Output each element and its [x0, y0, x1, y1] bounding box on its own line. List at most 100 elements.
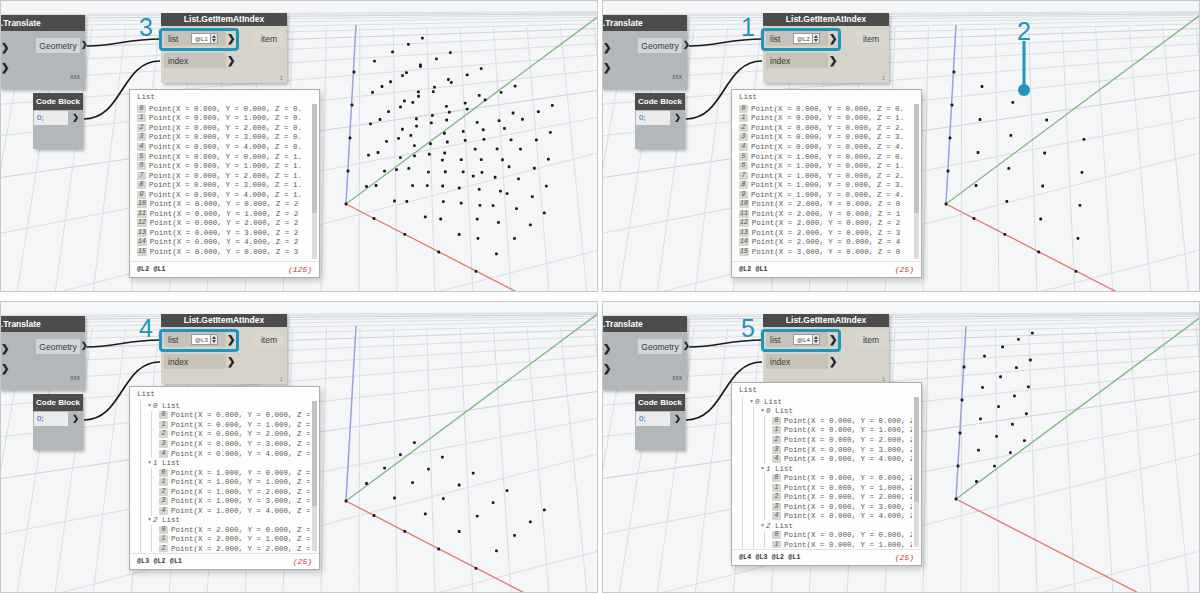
indent-guide — [764, 531, 772, 541]
code-block-input[interactable]: 0; — [34, 111, 68, 125]
index-input-connector[interactable]: ❯ — [829, 56, 837, 66]
item-output-port[interactable]: item — [855, 31, 887, 46]
list-row: 12Point(X = 2.000, Y = 0.000, Z = 2 — [732, 219, 912, 229]
indent-guide — [151, 449, 159, 459]
index-input-port[interactable]: index — [164, 53, 226, 68]
indent-guide — [753, 416, 761, 426]
code-block-node[interactable]: Code Block0;❯ — [635, 394, 685, 450]
list-row: 4Point(X = 0.000, Y = 4.000, Z = — [130, 449, 310, 459]
index-input-port[interactable]: index — [164, 354, 226, 369]
scrollbar-track[interactable] — [914, 397, 919, 547]
geometry-output-port[interactable]: Geometry — [36, 38, 80, 53]
index-input-connector[interactable]: ❯ — [829, 357, 837, 367]
list-preview-popup[interactable]: List0Point(X = 0.000, Y = 0.000, Z = 0.1… — [731, 89, 922, 278]
code-block-body: 0; ❯ — [635, 110, 685, 149]
index-input-port[interactable]: index — [766, 53, 828, 68]
translate-node[interactable]: .TranslateGeometry❯❯❯xxx — [602, 15, 687, 89]
list-preview-popup[interactable]: List▼0 List▼0 List0Point(X = 0.000, Y = … — [731, 382, 922, 566]
expand-triangle-icon[interactable]: ▼ — [750, 399, 753, 405]
translate-input-port-1[interactable]: ❯ — [1, 344, 9, 354]
expand-triangle-icon[interactable]: ▼ — [761, 408, 764, 414]
expand-triangle-icon[interactable]: ▼ — [148, 460, 151, 466]
list-row: 7Point(X = 1.000, Y = 0.000, Z = 2. — [732, 171, 912, 181]
code-block-input[interactable]: 0; — [34, 412, 68, 426]
code-block-node[interactable]: Code Block0;❯ — [33, 93, 83, 149]
scrollbar-track[interactable] — [312, 401, 317, 551]
code-block-output-port[interactable]: ❯ — [72, 415, 79, 423]
expand-triangle-icon[interactable]: ▼ — [761, 523, 764, 529]
item-output-port[interactable]: item — [855, 332, 887, 347]
index-input-connector[interactable]: ❯ — [227, 56, 235, 66]
scrollbar-thumb[interactable] — [914, 104, 919, 213]
translate-node[interactable]: .TranslateGeometry❯❯❯xxx — [0, 316, 85, 390]
row-index-badge: 2 — [159, 488, 168, 496]
code-block-input[interactable]: 0; — [636, 412, 670, 426]
list-row: 1Point(X = 0.000, Y = 1.000, Z — [732, 426, 912, 436]
index-input-connector[interactable]: ❯ — [227, 357, 235, 367]
code-block-input[interactable]: 0; — [636, 111, 670, 125]
geometry-output-connector[interactable]: ❯ — [683, 41, 690, 49]
code-block-output-port[interactable]: ❯ — [72, 114, 79, 122]
item-output-port[interactable]: item — [253, 31, 285, 46]
list-row: 4Point(X = 0.000, Y = 4.000, Z = 0. — [130, 142, 310, 152]
row-index-badge: 9 — [137, 191, 146, 199]
list-row: 0Point(X = 0.000, Y = 0.000, Z — [732, 416, 912, 426]
translate-node-body: Geometry❯❯❯xxx — [602, 332, 687, 390]
list-row: ▼2 List — [732, 521, 912, 531]
geometry-output-connector[interactable]: ❯ — [81, 41, 88, 49]
indent-guide — [764, 445, 772, 455]
expand-triangle-icon[interactable]: ▼ — [761, 466, 764, 472]
getitematindex-node[interactable]: List.GetItemAtIndexlist@L3❯index❯item1 — [161, 314, 287, 384]
translate-node[interactable]: .TranslateGeometry❯❯❯xxx — [602, 316, 687, 390]
code-block-output-port[interactable]: ❯ — [674, 415, 681, 423]
item-output-port[interactable]: item — [253, 332, 285, 347]
geometry-output-port[interactable]: Geometry — [638, 339, 682, 354]
list-preview-popup[interactable]: List0Point(X = 0.000, Y = 0.000, Z = 0.1… — [129, 89, 320, 278]
scrollbar-track[interactable] — [914, 104, 919, 259]
code-block-node[interactable]: Code Block0;❯ — [635, 93, 685, 149]
translate-input-port-1[interactable]: ❯ — [603, 344, 611, 354]
geometry-output-port[interactable]: Geometry — [638, 38, 682, 53]
scrollbar-thumb[interactable] — [914, 397, 919, 502]
row-text: Point(X = 0.000, Y = 0.000, Z = 4. — [751, 143, 904, 151]
row-index-badge: 6 — [137, 162, 146, 170]
translate-input-port-1[interactable]: ❯ — [1, 43, 9, 53]
getitematindex-title: List.GetItemAtIndex — [763, 13, 889, 26]
translate-input-port-2[interactable]: ❯ — [603, 63, 611, 73]
list-preview-rows: ▼0 List▼0 List0Point(X = 0.000, Y = 0.00… — [732, 397, 912, 548]
translate-node[interactable]: .TranslateGeometry❯❯❯xxx — [0, 15, 85, 89]
scrollbar-thumb[interactable] — [312, 401, 317, 506]
code-block-title: Code Block — [33, 394, 83, 411]
list-preview-header: List — [130, 387, 319, 399]
code-block-body: 0; ❯ — [635, 411, 685, 450]
step-label: 3 — [139, 13, 153, 42]
row-index-badge: 4 — [772, 512, 781, 520]
code-block-output-port[interactable]: ❯ — [674, 114, 681, 122]
expand-triangle-icon[interactable]: ▼ — [148, 517, 151, 523]
getitematindex-node[interactable]: List.GetItemAtIndexlist@L4❯index❯item1 — [763, 314, 889, 384]
translate-input-port-1[interactable]: ❯ — [603, 43, 611, 53]
getitematindex-node[interactable]: List.GetItemAtIndexlist@L2❯index❯item1 — [763, 13, 889, 83]
translate-input-port-2[interactable]: ❯ — [1, 364, 9, 374]
geometry-output-port[interactable]: Geometry — [36, 339, 80, 354]
scrollbar-track[interactable] — [312, 104, 317, 259]
list-preview-popup[interactable]: List▼0 List0Point(X = 0.000, Y = 0.000, … — [129, 386, 320, 570]
geometry-output-connector[interactable]: ❯ — [81, 342, 88, 350]
list-preview-header: List — [130, 90, 319, 102]
list-row: ▼0 List — [732, 397, 912, 407]
level-callout-highlight — [159, 329, 239, 352]
geometry-output-connector[interactable]: ❯ — [683, 342, 690, 350]
row-index-badge: 0 — [772, 531, 781, 539]
translate-input-port-2[interactable]: ❯ — [603, 364, 611, 374]
row-text: Point(X = 0.000, Y = 4.000, Z — [784, 455, 912, 463]
indent-guide — [151, 487, 159, 497]
scrollbar-thumb[interactable] — [312, 104, 317, 213]
row-index-badge: 3 — [159, 497, 168, 505]
code-block-node[interactable]: Code Block0; ❯ — [33, 394, 83, 450]
getitematindex-node[interactable]: List.GetItemAtIndexlist@L1❯index❯item1 — [161, 13, 287, 83]
translate-input-port-2[interactable]: ❯ — [1, 63, 9, 73]
index-input-port[interactable]: index — [766, 354, 828, 369]
list-row: ▼0 List — [130, 401, 310, 411]
indent-guide — [140, 411, 148, 421]
expand-triangle-icon[interactable]: ▼ — [148, 403, 151, 409]
